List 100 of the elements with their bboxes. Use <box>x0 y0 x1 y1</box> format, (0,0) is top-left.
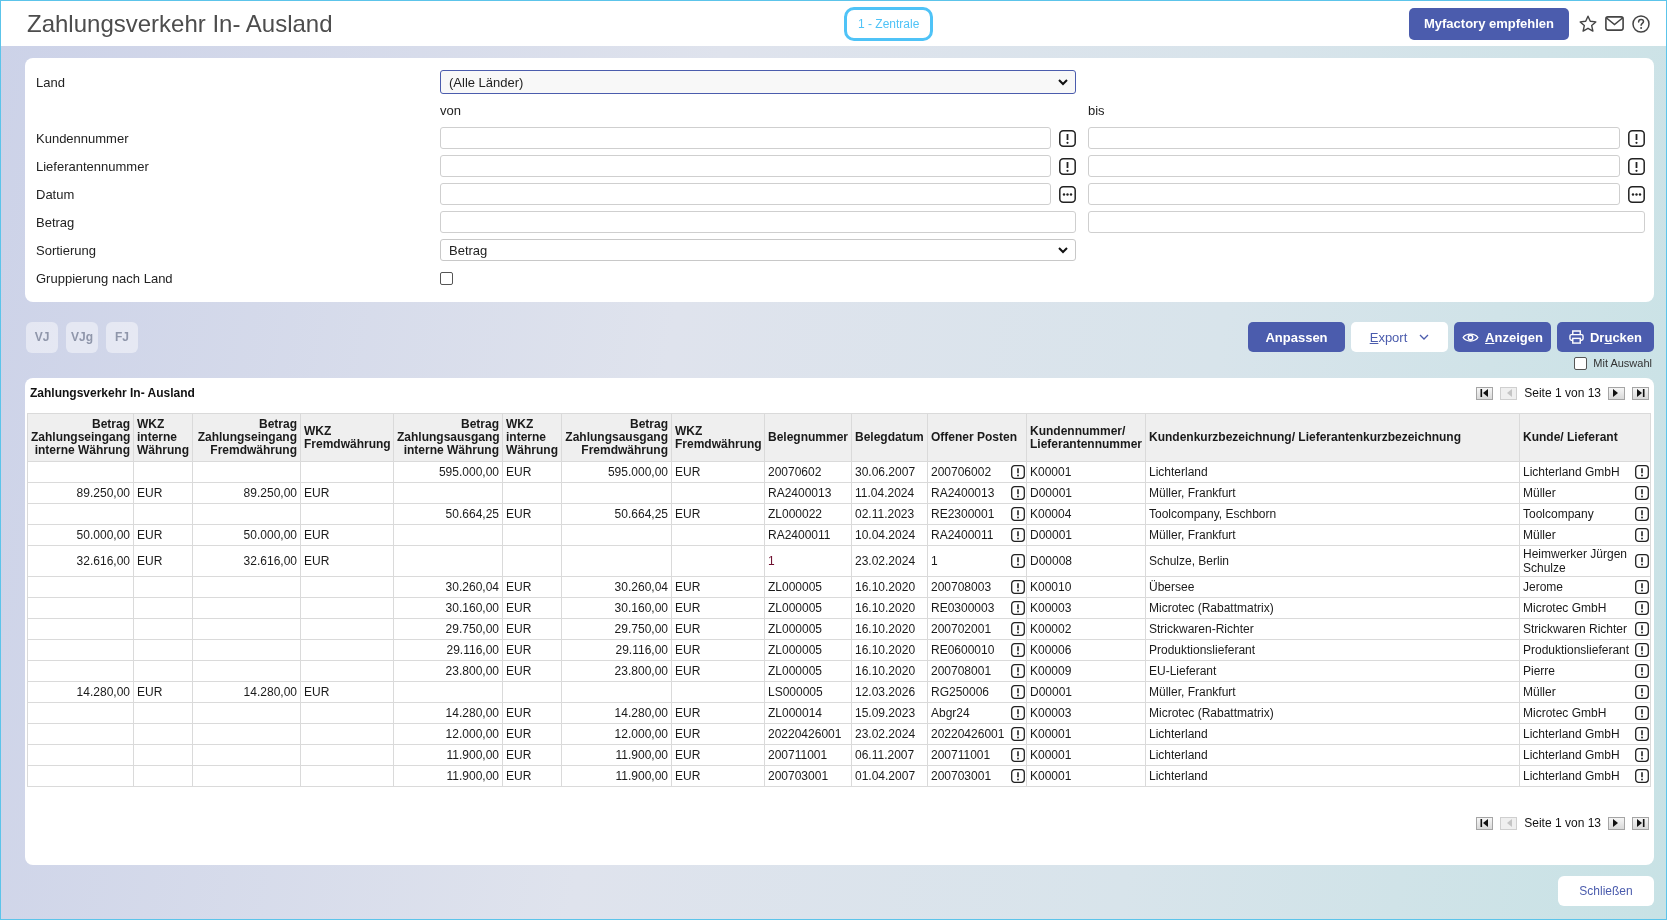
next-page-button[interactable] <box>1608 386 1625 400</box>
table-cell: 16.10.2020 <box>851 660 928 682</box>
export-menu-button[interactable]: Export <box>1351 322 1448 352</box>
exclamation-icon[interactable] <box>1635 685 1649 699</box>
first-page-button[interactable] <box>1476 386 1494 400</box>
table-cell: 20220426001 <box>764 723 852 745</box>
field-label: Sortierung <box>36 242 96 258</box>
range-to-field[interactable] <box>1088 183 1620 205</box>
table-cell: 23.02.2024 <box>851 545 928 577</box>
ellipsis-icon[interactable] <box>1628 185 1645 203</box>
table-cell: EUR <box>300 524 394 546</box>
exclamation-icon[interactable] <box>1635 643 1649 657</box>
eye-icon <box>1462 331 1480 343</box>
table-cell-text: Strickwaren Richter <box>1523 622 1629 636</box>
range-to-field[interactable] <box>1088 211 1645 233</box>
exclamation-icon[interactable] <box>1635 769 1649 783</box>
table-cell: EUR <box>133 545 193 577</box>
table-cell: EUR <box>671 618 765 640</box>
table-cell: 1 <box>764 545 852 577</box>
exclamation-icon[interactable] <box>1059 129 1076 147</box>
star-icon[interactable] <box>1579 14 1597 33</box>
range-from-field[interactable] <box>440 127 1051 149</box>
help-icon[interactable] <box>1632 14 1650 33</box>
exclamation-icon[interactable] <box>1628 129 1645 147</box>
exclamation-icon[interactable] <box>1011 706 1025 720</box>
table-cell: EUR <box>502 576 562 598</box>
table-cell: D00001 <box>1026 482 1146 504</box>
sort-dropdown[interactable]: Betrag <box>440 239 1076 261</box>
range-to-field[interactable] <box>1088 127 1620 149</box>
range-from-field[interactable] <box>440 155 1051 177</box>
exclamation-icon[interactable] <box>1011 685 1025 699</box>
range-from-field[interactable] <box>440 211 1076 233</box>
exclamation-icon[interactable] <box>1011 465 1025 479</box>
exclamation-icon[interactable] <box>1011 643 1025 657</box>
exclamation-icon[interactable] <box>1011 748 1025 762</box>
table-cell: ZL000014 <box>764 702 852 724</box>
exclamation-icon[interactable] <box>1635 664 1649 678</box>
table-cell: Müller, Frankfurt <box>1145 681 1520 703</box>
exclamation-icon[interactable] <box>1011 664 1025 678</box>
last-page-button[interactable] <box>1632 816 1649 830</box>
exclamation-icon[interactable] <box>1011 486 1025 500</box>
ellipsis-icon[interactable] <box>1059 185 1076 203</box>
table-cell: 29.116,00 <box>561 639 672 661</box>
exclamation-icon[interactable] <box>1011 622 1025 636</box>
chevron-down-icon <box>1058 246 1068 254</box>
last-page-button[interactable] <box>1632 386 1649 400</box>
table-cell: 16.10.2020 <box>851 576 928 598</box>
exclamation-icon[interactable] <box>1011 554 1025 568</box>
exclamation-icon[interactable] <box>1011 601 1025 615</box>
first-page-button[interactable] <box>1476 816 1494 830</box>
exclamation-icon[interactable] <box>1011 528 1025 542</box>
exclamation-icon[interactable] <box>1635 706 1649 720</box>
country-dropdown[interactable]: (Alle Länder) <box>440 70 1076 94</box>
table-cell: 16.10.2020 <box>851 597 928 619</box>
exclamation-icon[interactable] <box>1635 465 1649 479</box>
page-title: Zahlungsverkehr In- Ausland <box>26 9 333 38</box>
show-button[interactable]: Anzeigen <box>1454 322 1551 352</box>
customize-button[interactable]: Anpassen <box>1248 322 1345 352</box>
exclamation-icon[interactable] <box>1635 507 1649 521</box>
table-cell: 12.000,00 <box>561 723 672 745</box>
table-cell: Microtec (Rabattmatrix) <box>1145 702 1520 724</box>
exclamation-icon[interactable] <box>1635 554 1649 568</box>
exclamation-icon[interactable] <box>1011 769 1025 783</box>
mail-icon[interactable] <box>1605 16 1624 31</box>
table-cell: ZL000005 <box>764 576 852 598</box>
chevron-down-icon <box>1058 78 1068 86</box>
exclamation-icon[interactable] <box>1635 748 1649 762</box>
table-cell-text: 200706002 <box>931 465 993 479</box>
table-cell: EUR <box>502 461 562 483</box>
checkbox[interactable] <box>1574 356 1588 370</box>
print-button[interactable]: Drucken <box>1557 322 1654 352</box>
table-cell-text: Lichterland GmbH <box>1523 465 1621 479</box>
table-cell: RA2400011 <box>764 524 852 546</box>
exclamation-icon[interactable] <box>1011 507 1025 521</box>
table-cell: ZL000005 <box>764 618 852 640</box>
exclamation-icon[interactable] <box>1635 727 1649 741</box>
table-cell-text: Müller <box>1523 528 1557 542</box>
table-cell: RA2400013 <box>764 482 852 504</box>
exclamation-icon[interactable] <box>1635 528 1649 542</box>
exclamation-icon[interactable] <box>1059 157 1076 175</box>
table-cell: 30.160,00 <box>393 597 503 619</box>
column-header: Betrag Zahlungseingang interne Währung <box>27 413 134 462</box>
exclamation-icon[interactable] <box>1635 622 1649 636</box>
checkbox-label: Mit Auswahl <box>1593 357 1652 369</box>
exclamation-icon[interactable] <box>1628 157 1645 175</box>
table-cell: EUR <box>671 461 765 483</box>
range-to-field[interactable] <box>1088 155 1620 177</box>
table-cell: 11.900,00 <box>561 765 672 787</box>
range-from-field[interactable] <box>440 183 1051 205</box>
next-page-button[interactable] <box>1608 816 1625 830</box>
close-button[interactable]: Schließen <box>1558 876 1654 906</box>
recommend-button[interactable]: Myfactory empfehlen <box>1408 7 1569 40</box>
exclamation-icon[interactable] <box>1635 486 1649 500</box>
exclamation-icon[interactable] <box>1011 727 1025 741</box>
table-cell: 50.664,25 <box>393 503 503 525</box>
exclamation-icon[interactable] <box>1011 580 1025 594</box>
exclamation-icon[interactable] <box>1635 601 1649 615</box>
table-cell: 595.000,00 <box>393 461 503 483</box>
exclamation-icon[interactable] <box>1635 580 1649 594</box>
checkbox[interactable] <box>440 271 453 285</box>
